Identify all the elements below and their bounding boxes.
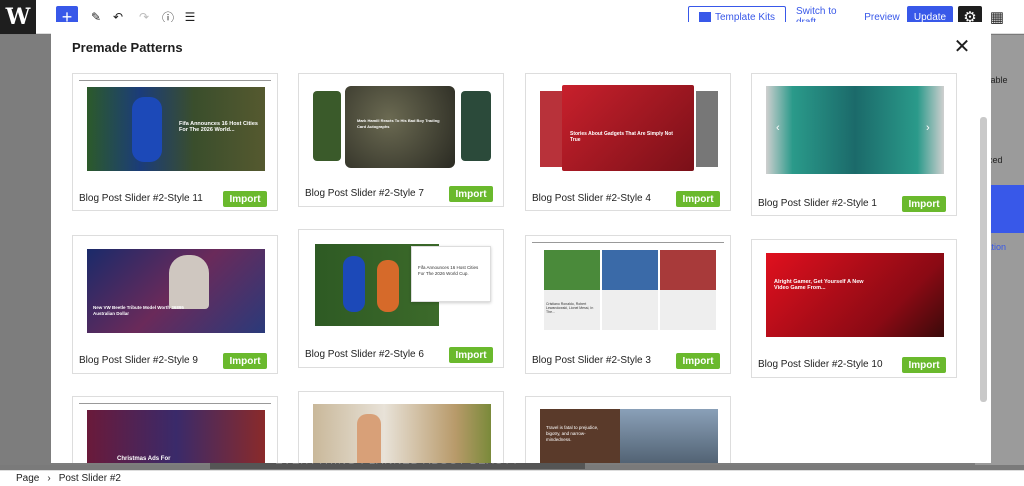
pattern-thumbnail: Fifa Announces 16 Host Cities For The 20… (305, 236, 497, 334)
pattern-card[interactable]: Stories About Gadgets That Are Simply No… (525, 73, 731, 211)
import-button[interactable]: Import (676, 353, 720, 369)
import-button[interactable]: Import (676, 191, 720, 207)
modal-title: Premade Patterns (72, 40, 183, 55)
next-arrow-icon[interactable]: › (926, 122, 930, 134)
premade-patterns-modal: Premade Patterns ✕ Fifa Announces 16 Hos… (51, 22, 991, 463)
pattern-thumbnail: Mark Hamill Reacts To His Bad Boy Tradin… (305, 80, 497, 176)
pattern-thumbnail: Alright Gamer, Get Yourself A New Video … (758, 246, 950, 344)
pattern-card[interactable]: Christmas Ads For (72, 396, 278, 463)
pattern-card[interactable]: Cristiano Ronaldo, Robert Lewandowski, L… (525, 235, 731, 374)
breadcrumb-separator: › (47, 473, 51, 484)
breadcrumb-current[interactable]: Post Slider #2 (59, 473, 121, 484)
sidebar-panel-blue[interactable] (987, 185, 1024, 233)
prev-arrow-icon[interactable]: ‹ (776, 122, 780, 134)
import-button[interactable]: Import (449, 347, 493, 363)
template-kits-icon (698, 12, 711, 22)
wordpress-logo-icon[interactable]: W (0, 0, 36, 34)
thumb-caption: Christmas Ads For (117, 456, 171, 462)
pattern-name: Blog Post Slider #2-Style 11 (79, 193, 203, 204)
pattern-thumbnail: Fifa Announces 16 Host Cities For The 20… (79, 80, 271, 178)
pattern-card[interactable]: Fifa Announces 16 Host Cities For The 20… (298, 229, 504, 368)
thumb-caption: Mark Hamill Reacts To His Bad Boy Tradin… (357, 118, 440, 129)
pattern-thumbnail: Stories About Gadgets That Are Simply No… (532, 80, 724, 178)
breadcrumb: Page › Post Slider #2 (0, 470, 1024, 486)
thumb-caption: Alright Gamer, Get Yourself A New Video … (774, 279, 864, 291)
modal-scrollbar[interactable] (980, 117, 987, 402)
import-button[interactable]: Import (449, 186, 493, 202)
pattern-thumbnail: ‹ › (758, 80, 950, 182)
pattern-card[interactable]: Mark Hamill Reacts To His Bad Boy Tradin… (298, 73, 504, 207)
thumb-caption: New VW Beetle Tribute Model Worth 36895 … (93, 305, 184, 316)
pattern-name: Blog Post Slider #2-Style 7 (305, 188, 424, 199)
thumb-caption: Fifa Announces 16 Host Cities For The 20… (418, 265, 479, 276)
thumb-caption: Stories About Gadgets That Are Simply No… (570, 131, 673, 143)
thumb-caption: Cristiano Ronaldo, Robert Lewandowski, L… (546, 302, 594, 314)
pattern-name: Blog Post Slider #2-Style 3 (532, 355, 651, 366)
pattern-thumbnail: Christmas Ads For (79, 403, 271, 463)
pattern-name: Blog Post Slider #2-Style 10 (758, 359, 883, 370)
pattern-name: Blog Post Slider #2-Style 1 (758, 198, 877, 209)
import-button[interactable]: Import (223, 353, 267, 369)
breadcrumb-page[interactable]: Page (16, 473, 39, 484)
import-button[interactable]: Import (902, 357, 946, 373)
pattern-card[interactable]: Fifa Announces 16 Host Cities For The 20… (72, 73, 278, 211)
pattern-card[interactable] (298, 391, 504, 463)
pattern-thumbnail: Cristiano Ronaldo, Robert Lewandowski, L… (532, 242, 724, 340)
pattern-name: Blog Post Slider #2-Style 4 (532, 193, 651, 204)
import-button[interactable]: Import (223, 191, 267, 207)
pattern-thumbnail: Travel is fatal to prejudice, bigotry, a… (532, 403, 724, 463)
thumb-caption: Fifa Announces 16 Host Cities For The 20… (179, 121, 258, 133)
pattern-card[interactable]: Alright Gamer, Get Yourself A New Video … (751, 239, 957, 378)
pattern-name: Blog Post Slider #2-Style 6 (305, 349, 424, 360)
close-icon[interactable]: ✕ (951, 36, 973, 58)
pattern-card[interactable]: ‹ › Blog Post Slider #2-Style 1 Import (751, 73, 957, 216)
pattern-thumbnail (305, 398, 497, 463)
pattern-card[interactable]: New VW Beetle Tribute Model Worth 36895 … (72, 235, 278, 374)
import-button[interactable]: Import (902, 196, 946, 212)
pattern-card[interactable]: Travel is fatal to prejudice, bigotry, a… (525, 396, 731, 463)
pattern-thumbnail: New VW Beetle Tribute Model Worth 36895 … (79, 242, 271, 340)
thumb-caption: Travel is fatal to prejudice, bigotry, a… (546, 425, 599, 442)
pattern-name: Blog Post Slider #2-Style 9 (79, 355, 198, 366)
